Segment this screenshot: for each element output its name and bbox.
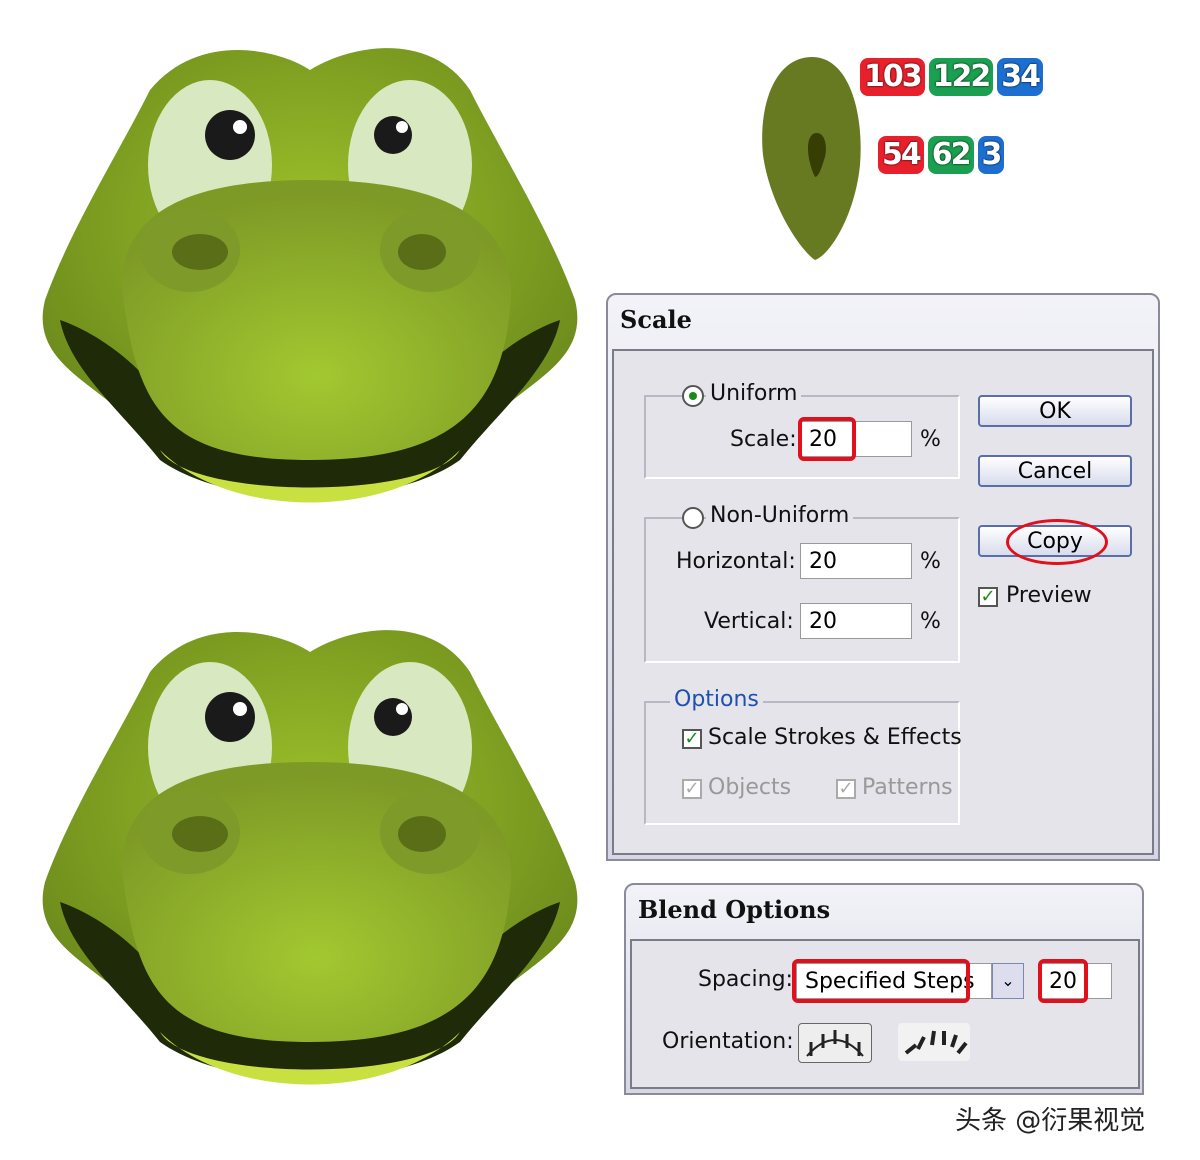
chevron-down-icon[interactable]: ⌄ xyxy=(992,963,1024,999)
uniform-radio[interactable] xyxy=(682,385,704,407)
dialog-title: Blend Options xyxy=(638,895,831,924)
patterns-label: Patterns xyxy=(862,775,953,800)
uniform-label: Uniform xyxy=(706,381,802,406)
scale-strokes-label: Scale Strokes & Effects xyxy=(708,725,962,750)
watermark: 头条 @衍果视觉 xyxy=(955,1106,1146,1136)
non-uniform-radio[interactable] xyxy=(682,507,704,529)
options-label: Options xyxy=(670,687,763,712)
scale-label: Scale: xyxy=(730,427,797,452)
red-value: 103 xyxy=(860,58,925,96)
preview-checkbox[interactable]: ✓ xyxy=(978,587,998,607)
red-value: 54 xyxy=(878,136,924,174)
percent-label: % xyxy=(920,427,941,452)
highlight-box xyxy=(798,417,856,461)
non-uniform-group xyxy=(644,517,960,663)
horizontal-input[interactable]: 20 xyxy=(800,543,912,579)
non-uniform-label: Non-Uniform xyxy=(706,503,854,528)
align-to-page-icon[interactable] xyxy=(798,1023,872,1063)
nostril-shape xyxy=(762,57,861,260)
highlight-box xyxy=(1038,959,1088,1003)
highlight-box xyxy=(792,959,970,1003)
dialog-title: Scale xyxy=(620,305,692,334)
objects-checkbox[interactable]: ✓ xyxy=(682,779,702,799)
horizontal-label: Horizontal: xyxy=(676,549,796,574)
objects-label: Objects xyxy=(708,775,792,800)
frog-head-before xyxy=(30,30,590,520)
vertical-label: Vertical: xyxy=(704,609,794,634)
align-to-path-icon[interactable] xyxy=(898,1023,970,1061)
options-group xyxy=(644,701,960,825)
scale-dialog: Scale Uniform Scale: 20 % Non-Uniform Ho… xyxy=(606,293,1160,861)
blend-options-dialog: Blend Options Spacing: Specified Steps ⌄… xyxy=(624,883,1144,1095)
spacing-label: Spacing: xyxy=(698,967,793,992)
highlight-circle xyxy=(1006,519,1108,565)
percent-label: % xyxy=(920,609,941,634)
percent-label: % xyxy=(920,549,941,574)
orientation-label: Orientation: xyxy=(662,1029,794,1054)
cancel-button[interactable]: Cancel xyxy=(978,455,1132,487)
vertical-input[interactable]: 20 xyxy=(800,603,912,639)
scale-strokes-checkbox[interactable]: ✓ xyxy=(682,729,702,749)
blue-value: 34 xyxy=(997,58,1043,96)
light-color-values: 103 122 34 xyxy=(860,58,1043,96)
dark-color-values: 54 62 3 xyxy=(878,136,1005,174)
patterns-checkbox[interactable]: ✓ xyxy=(836,779,856,799)
preview-label: Preview xyxy=(1006,583,1092,608)
green-value: 122 xyxy=(928,58,994,96)
frog-head-after xyxy=(30,612,590,1102)
blue-value: 3 xyxy=(977,136,1005,174)
green-value: 62 xyxy=(927,136,974,174)
ok-button[interactable]: OK xyxy=(978,395,1132,427)
